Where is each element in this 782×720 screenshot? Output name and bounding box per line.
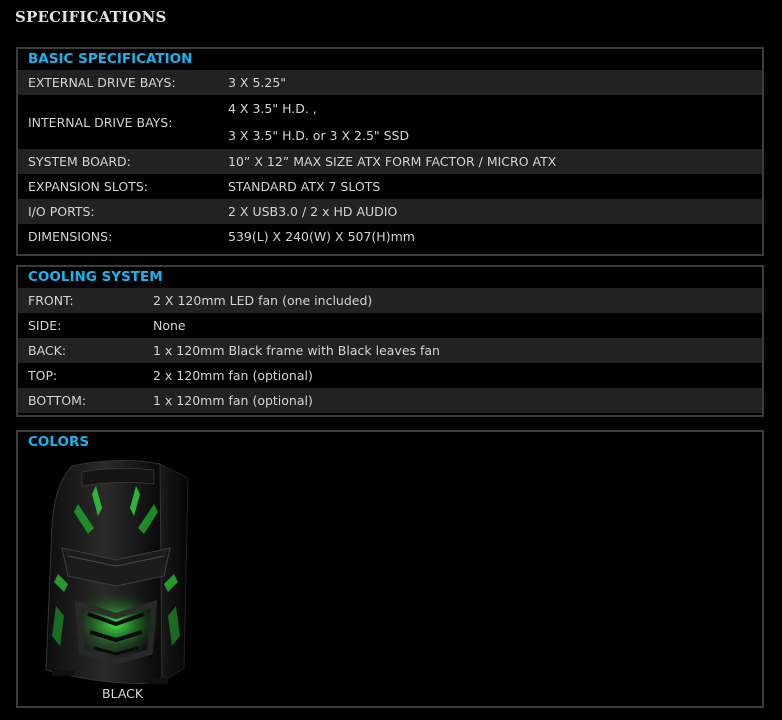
basic-spec-heading: BASIC SPECIFICATION — [18, 49, 762, 70]
spec-value: 2 X 120mm LED fan (one included) — [153, 293, 373, 308]
cooling-row-front: FRONT: 2 X 120mm LED fan (one included) — [18, 288, 762, 313]
spec-value: STANDARD ATX 7 SLOTS — [228, 179, 381, 194]
spec-value: 1 x 120mm Black frame with Black leaves … — [153, 343, 440, 358]
spec-value: 10” X 12” MAX SIZE ATX FORM FACTOR / MIC… — [228, 154, 557, 169]
spec-row-dimensions: DIMENSIONS: 539(L) X 240(W) X 507(H)mm — [18, 224, 762, 249]
spec-row-external-bays: EXTERNAL DRIVE BAYS: 3 X 5.25" — [18, 70, 762, 95]
colors-heading: COLORS — [18, 432, 762, 453]
colors-panel: COLORS BLACK — [16, 430, 764, 708]
spec-row-internal-bays: INTERNAL DRIVE BAYS: 4 X 3.5" H.D. , 3 X… — [18, 95, 762, 149]
pc-case-image — [45, 459, 189, 684]
spec-key: DIMENSIONS: — [28, 229, 113, 244]
spec-value-line: 4 X 3.5" H.D. , — [228, 101, 317, 116]
spec-key: FRONT: — [28, 293, 74, 308]
spec-value: 539(L) X 240(W) X 507(H)mm — [228, 229, 415, 244]
spec-key: SYSTEM BOARD: — [28, 154, 131, 169]
spec-key: EXPANSION SLOTS: — [28, 179, 148, 194]
page-title: SPECIFICATIONS — [15, 8, 167, 26]
spec-key: SIDE: — [28, 318, 62, 333]
spec-key: BACK: — [28, 343, 67, 358]
basic-spec-panel: BASIC SPECIFICATION EXTERNAL DRIVE BAYS:… — [16, 47, 764, 256]
spec-key: EXTERNAL DRIVE BAYS: — [28, 75, 176, 90]
spec-key: BOTTOM: — [28, 393, 87, 408]
spec-value: 2 X USB3.0 / 2 x HD AUDIO — [228, 204, 398, 219]
spec-row-expansion-slots: EXPANSION SLOTS: STANDARD ATX 7 SLOTS — [18, 174, 762, 199]
spec-row-io-ports: I/O PORTS: 2 X USB3.0 / 2 x HD AUDIO — [18, 199, 762, 224]
color-swatch-black[interactable] — [38, 456, 208, 686]
spec-value: 3 X 5.25" — [228, 75, 287, 90]
spec-value: None — [153, 318, 186, 333]
spec-key: INTERNAL DRIVE BAYS: — [28, 114, 173, 130]
cooling-row-back: BACK: 1 x 120mm Black frame with Black l… — [18, 338, 762, 363]
spec-value: 1 x 120mm fan (optional) — [153, 393, 313, 408]
spec-value: 2 x 120mm fan (optional) — [153, 368, 313, 383]
cooling-system-panel: COOLING SYSTEM FRONT: 2 X 120mm LED fan … — [16, 265, 764, 417]
spec-value: 4 X 3.5" H.D. , 3 X 3.5" H.D. or 3 X 2.5… — [228, 95, 762, 149]
spec-row-system-board: SYSTEM BOARD: 10” X 12” MAX SIZE ATX FOR… — [18, 149, 762, 174]
cooling-row-bottom: BOTTOM: 1 x 120mm fan (optional) — [18, 388, 762, 413]
spec-key: I/O PORTS: — [28, 204, 95, 219]
spec-value-line: 3 X 3.5" H.D. or 3 X 2.5" SSD — [228, 128, 410, 143]
spec-key: TOP: — [28, 368, 58, 383]
cooling-system-heading: COOLING SYSTEM — [18, 267, 762, 288]
cooling-row-top: TOP: 2 x 120mm fan (optional) — [18, 363, 762, 388]
color-label-black: BLACK — [102, 686, 144, 701]
cooling-row-side: SIDE: None — [18, 313, 762, 338]
